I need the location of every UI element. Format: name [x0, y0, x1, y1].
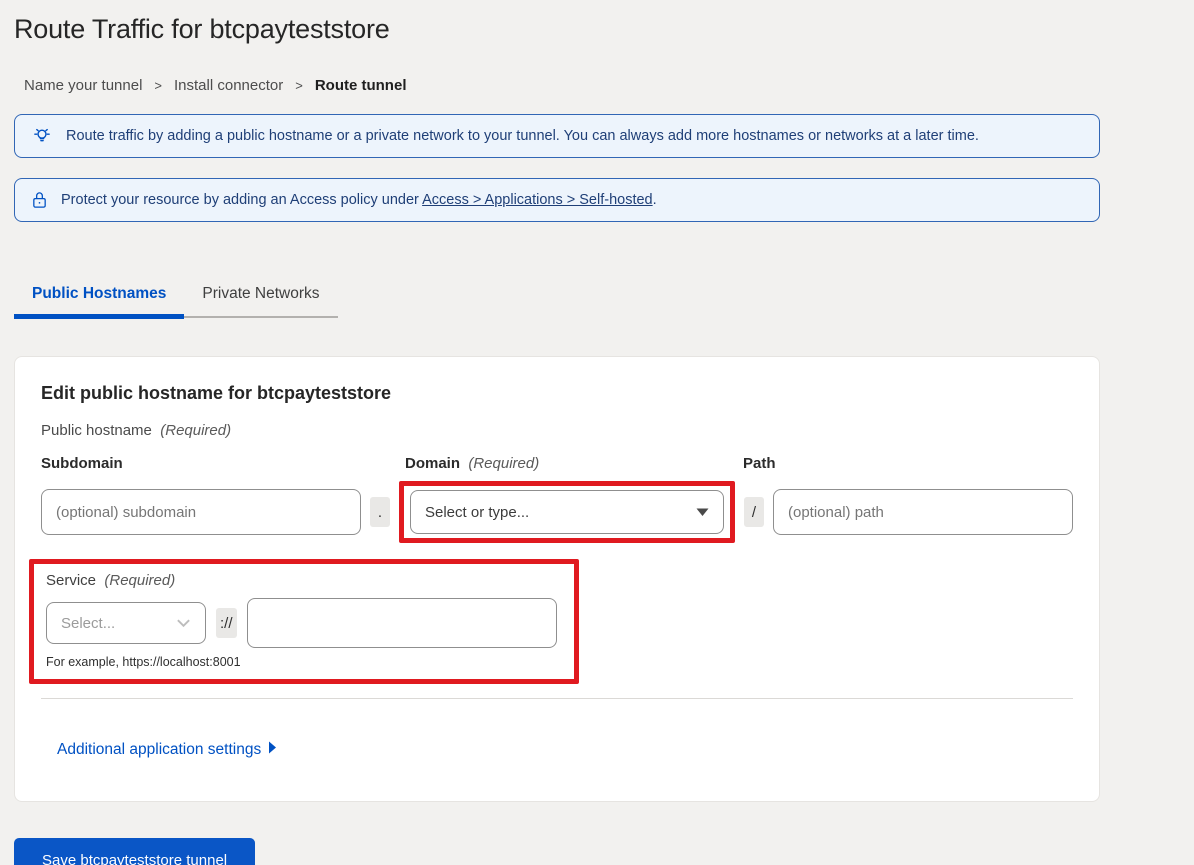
subdomain-label: Subdomain: [41, 455, 361, 472]
access-banner-text: Protect your resource by adding an Acces…: [61, 192, 657, 208]
required-tag: (Required): [468, 455, 539, 472]
dropdown-caret-icon: [696, 508, 709, 517]
dot-separator: .: [370, 497, 390, 527]
access-banner: Protect your resource by adding an Acces…: [14, 178, 1100, 222]
chevron-down-icon: [176, 618, 191, 628]
additional-settings-label: Additional application settings: [57, 741, 261, 759]
access-applications-link[interactable]: Access > Applications > Self-hosted: [422, 192, 653, 208]
arrow-right-icon: [268, 741, 277, 759]
edit-hostname-card: Edit public hostname for btcpayteststore…: [14, 356, 1100, 802]
service-row: Select... ://: [46, 598, 562, 648]
public-hostname-label: Public hostname: [41, 422, 152, 439]
subdomain-input[interactable]: [41, 489, 361, 535]
domain-label: Domain (Required): [399, 455, 735, 472]
page-title: Route Traffic for btcpayteststore: [14, 14, 1100, 45]
domain-select[interactable]: Select or type...: [410, 490, 724, 534]
tab-public-hostnames[interactable]: Public Hostnames: [14, 278, 184, 316]
access-banner-suffix: .: [653, 192, 657, 208]
path-input[interactable]: [773, 489, 1073, 535]
lock-icon: [31, 190, 48, 210]
required-tag: (Required): [160, 422, 231, 439]
step-name-your-tunnel[interactable]: Name your tunnel: [24, 77, 142, 94]
service-type-value: Select...: [61, 615, 115, 632]
hostname-inputs-row: . Select or type... /: [41, 481, 1073, 543]
lightbulb-icon: [31, 125, 53, 147]
card-heading: Edit public hostname for btcpayteststore: [41, 383, 1073, 404]
info-banner-text: Route traffic by adding a public hostnam…: [66, 128, 979, 144]
domain-highlight-box: Select or type...: [399, 481, 735, 543]
tab-private-networks-label: Private Networks: [202, 285, 319, 302]
public-hostname-caption: Public hostname (Required): [41, 422, 1073, 439]
tab-bar: Public Hostnames Private Networks: [14, 278, 338, 318]
step-install-connector[interactable]: Install connector: [174, 77, 283, 94]
divider: [41, 698, 1073, 699]
breadcrumb-separator: >: [154, 78, 162, 93]
hostname-labels-row: Subdomain Domain (Required) Path: [41, 455, 1073, 472]
tab-public-hostnames-label: Public Hostnames: [32, 285, 166, 302]
access-banner-prefix: Protect your resource by adding an Acces…: [61, 192, 422, 208]
breadcrumb-separator: >: [295, 78, 303, 93]
service-hint: For example, https://localhost:8001: [46, 655, 562, 669]
service-highlight-box: Service (Required) Select... :// For exa…: [29, 559, 579, 684]
step-route-tunnel: Route tunnel: [315, 77, 407, 94]
service-label: Service (Required): [46, 572, 562, 589]
breadcrumb: Name your tunnel > Install connector > R…: [14, 77, 1100, 94]
additional-settings-link[interactable]: Additional application settings: [57, 741, 277, 759]
info-banner: Route traffic by adding a public hostnam…: [14, 114, 1100, 158]
service-type-select[interactable]: Select...: [46, 602, 206, 644]
service-url-input[interactable]: [247, 598, 557, 648]
domain-select-value: Select or type...: [425, 504, 529, 521]
required-tag: (Required): [104, 572, 175, 589]
save-tunnel-button[interactable]: Save btcpayteststore tunnel: [14, 838, 255, 865]
page: Route Traffic for btcpayteststore Name y…: [14, 0, 1100, 865]
scheme-separator: ://: [216, 608, 237, 638]
slash-separator: /: [744, 497, 764, 527]
tab-private-networks[interactable]: Private Networks: [184, 278, 337, 316]
path-label: Path: [743, 455, 1073, 472]
